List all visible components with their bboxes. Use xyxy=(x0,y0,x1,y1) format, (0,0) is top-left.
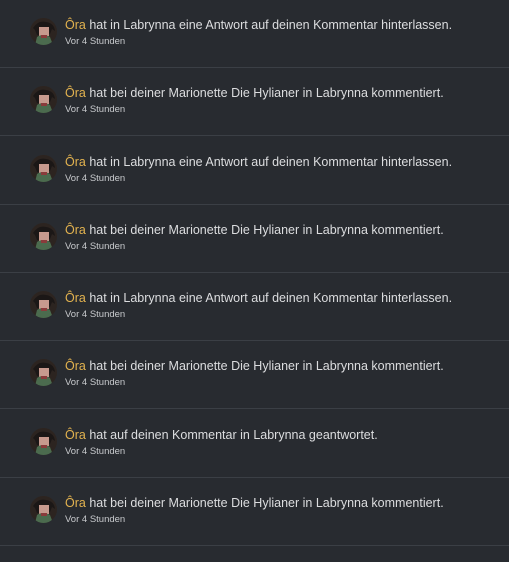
notification-message: Ôra hat bei deiner Marionette Die Hylian… xyxy=(65,494,499,512)
actor-link[interactable]: Ôra xyxy=(65,155,86,169)
place-link[interactable]: Labrynna xyxy=(316,223,368,237)
message-part: kommentiert. xyxy=(367,496,444,510)
notification-text: Ôra hat in Labrynna eine Antwort auf dei… xyxy=(65,16,499,48)
notification-text: Ôra hat in Labrynna eine Antwort auf dei… xyxy=(65,289,499,321)
notification-item[interactable]: Ôra hat bei deiner Marionette Die Hylian… xyxy=(0,341,509,409)
notification-text: Ôra hat in Labrynna eine Antwort auf dei… xyxy=(65,153,499,185)
notification-message: Ôra hat in Labrynna eine Antwort auf dei… xyxy=(65,289,499,307)
message-part: hat bei deiner Marionette Die Hylianer i… xyxy=(85,223,316,237)
notification-text: Ôra hat bei deiner Marionette Die Hylian… xyxy=(65,357,499,389)
notification-item[interactable]: Ôra hat auf deinen Kommentar in Labrynna… xyxy=(0,410,509,478)
actor-link[interactable]: Ôra xyxy=(65,86,86,100)
message-part: kommentiert. xyxy=(367,359,444,373)
notification-item[interactable]: Ôra hat bei deiner Marionette Die Hylian… xyxy=(0,68,509,136)
timestamp: Vor 4 Stunden xyxy=(65,104,126,115)
message-part: hat in xyxy=(85,291,124,305)
notification-message: Ôra hat in Labrynna eine Antwort auf dei… xyxy=(65,16,499,34)
message-part: eine Antwort auf deinen Kommentar hinter… xyxy=(175,18,453,32)
actor-link[interactable]: Ôra xyxy=(65,18,86,32)
user-avatar-icon[interactable] xyxy=(30,496,57,523)
notification-text: Ôra hat auf deinen Kommentar in Labrynna… xyxy=(65,426,499,458)
timestamp: Vor 4 Stunden xyxy=(65,241,126,252)
message-part: geantwortet. xyxy=(305,428,378,442)
user-avatar-icon[interactable] xyxy=(30,86,57,113)
notification-message: Ôra hat auf deinen Kommentar in Labrynna… xyxy=(65,426,499,444)
timestamp: Vor 4 Stunden xyxy=(65,36,126,47)
actor-link[interactable]: Ôra xyxy=(65,428,86,442)
message-part: eine Antwort auf deinen Kommentar hinter… xyxy=(175,155,453,169)
notification-item[interactable]: Ôra hat bei deiner Marionette Die Hylian… xyxy=(0,478,509,546)
timestamp: Vor 4 Stunden xyxy=(65,377,126,388)
timestamp: Vor 4 Stunden xyxy=(65,173,126,184)
user-avatar-icon[interactable] xyxy=(30,18,57,45)
actor-link[interactable]: Ôra xyxy=(65,496,86,510)
timestamp: Vor 4 Stunden xyxy=(65,446,126,457)
notification-message: Ôra hat bei deiner Marionette Die Hylian… xyxy=(65,84,499,102)
notification-text: Ôra hat bei deiner Marionette Die Hylian… xyxy=(65,84,499,116)
user-avatar-icon[interactable] xyxy=(30,155,57,182)
notification-list: Ôra hat in Labrynna eine Antwort auf dei… xyxy=(0,0,509,562)
actor-link[interactable]: Ôra xyxy=(65,223,86,237)
notification-item[interactable]: Ôra hat bei deiner Marionette Die Hylian… xyxy=(0,205,509,273)
place-link[interactable]: Labrynna xyxy=(123,18,175,32)
timestamp: Vor 4 Stunden xyxy=(65,309,126,320)
user-avatar-icon[interactable] xyxy=(30,291,57,318)
message-part: hat bei deiner Marionette Die Hylianer i… xyxy=(85,496,316,510)
place-link[interactable]: Labrynna xyxy=(316,496,368,510)
message-part: kommentiert. xyxy=(367,86,444,100)
place-link[interactable]: Labrynna xyxy=(123,291,175,305)
message-part: kommentiert. xyxy=(367,223,444,237)
notification-text: Ôra hat bei deiner Marionette Die Hylian… xyxy=(65,494,499,526)
notification-text: Ôra hat bei deiner Marionette Die Hylian… xyxy=(65,221,499,253)
place-link[interactable]: Labrynna xyxy=(253,428,305,442)
notification-message: Ôra hat bei deiner Marionette Die Hylian… xyxy=(65,221,499,239)
message-part: hat in xyxy=(85,155,124,169)
message-part: hat auf deinen Kommentar in xyxy=(85,428,254,442)
timestamp: Vor 4 Stunden xyxy=(65,514,126,525)
message-part: hat bei deiner Marionette Die Hylianer i… xyxy=(85,86,316,100)
message-part: hat in xyxy=(85,18,124,32)
notification-message: Ôra hat bei deiner Marionette Die Hylian… xyxy=(65,357,499,375)
notification-item[interactable]: Ôra hat in Labrynna eine Antwort auf dei… xyxy=(0,0,509,68)
place-link[interactable]: Labrynna xyxy=(123,155,175,169)
user-avatar-icon[interactable] xyxy=(30,359,57,386)
notification-message: Ôra hat in Labrynna eine Antwort auf dei… xyxy=(65,153,499,171)
notification-item[interactable]: Ôra hat in Labrynna eine Antwort auf dei… xyxy=(0,273,509,341)
user-avatar-icon[interactable] xyxy=(30,428,57,455)
place-link[interactable]: Labrynna xyxy=(316,86,368,100)
actor-link[interactable]: Ôra xyxy=(65,359,86,373)
place-link[interactable]: Labrynna xyxy=(316,359,368,373)
actor-link[interactable]: Ôra xyxy=(65,291,86,305)
message-part: eine Antwort auf deinen Kommentar hinter… xyxy=(175,291,453,305)
notification-item[interactable]: Ôra hat in Labrynna eine Antwort auf dei… xyxy=(0,137,509,205)
message-part: hat bei deiner Marionette Die Hylianer i… xyxy=(85,359,316,373)
user-avatar-icon[interactable] xyxy=(30,223,57,250)
